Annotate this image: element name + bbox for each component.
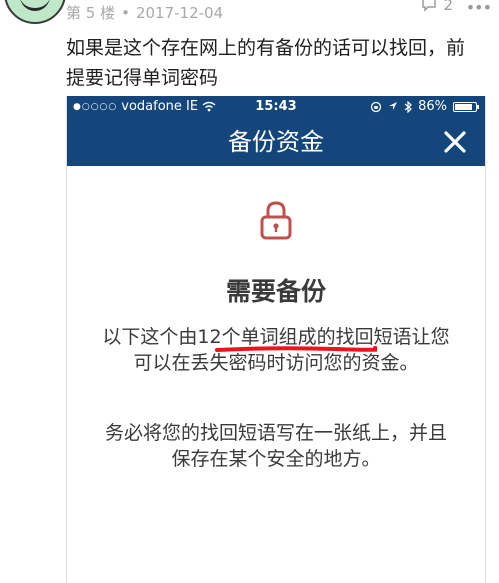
post-date: 2017-12-04: [135, 4, 224, 22]
meta-separator: •: [121, 4, 130, 22]
backup-heading: 需要备份: [225, 277, 326, 306]
avatar[interactable]: [4, 0, 66, 24]
location-icon: [389, 102, 398, 110]
battery-percent: 86%: [418, 99, 447, 114]
bluetooth-icon: [404, 100, 412, 113]
comment-icon: [422, 0, 437, 12]
nav-bar: 备份资金: [67, 118, 485, 166]
backup-instruction: 务必将您的找回短语写在一张纸上，并且保存在某个安全的地方。: [104, 422, 447, 470]
rotation-lock-icon: [370, 101, 382, 112]
lock-icon: [260, 201, 292, 240]
battery-icon: [453, 101, 479, 112]
post-meta: 第 5 楼 • 2017-12-04: [66, 2, 223, 23]
comment-count: 2: [443, 0, 453, 14]
more-options-icon[interactable]: •••: [466, 0, 492, 17]
backup-description: 以下这个由12个单词组成的找回短语让您可以在丢失密码时访问您的资金。: [102, 326, 450, 374]
floor-label: 第 5 楼: [66, 4, 116, 22]
post-text: 如果是这个存在网上的有备份的话可以找回，前提要记得单词密码: [66, 37, 466, 89]
avatar-smile: [20, 0, 50, 11]
embedded-screenshot: ●○○○○ vodafone IE 15:43 86% 备份资金 需要备份 以下…: [66, 96, 486, 583]
battery-fill: [455, 103, 472, 110]
nav-title: 备份资金: [228, 128, 324, 156]
status-bar: ●○○○○ vodafone IE 15:43 86%: [67, 96, 485, 118]
status-right: 86%: [370, 99, 479, 114]
comment-button[interactable]: 2: [421, 0, 453, 14]
close-icon[interactable]: [443, 130, 467, 154]
page: 第 5 楼 • 2017-12-04 2 ••• 如果是这个存在网上的有备份的话可以…: [0, 0, 499, 583]
